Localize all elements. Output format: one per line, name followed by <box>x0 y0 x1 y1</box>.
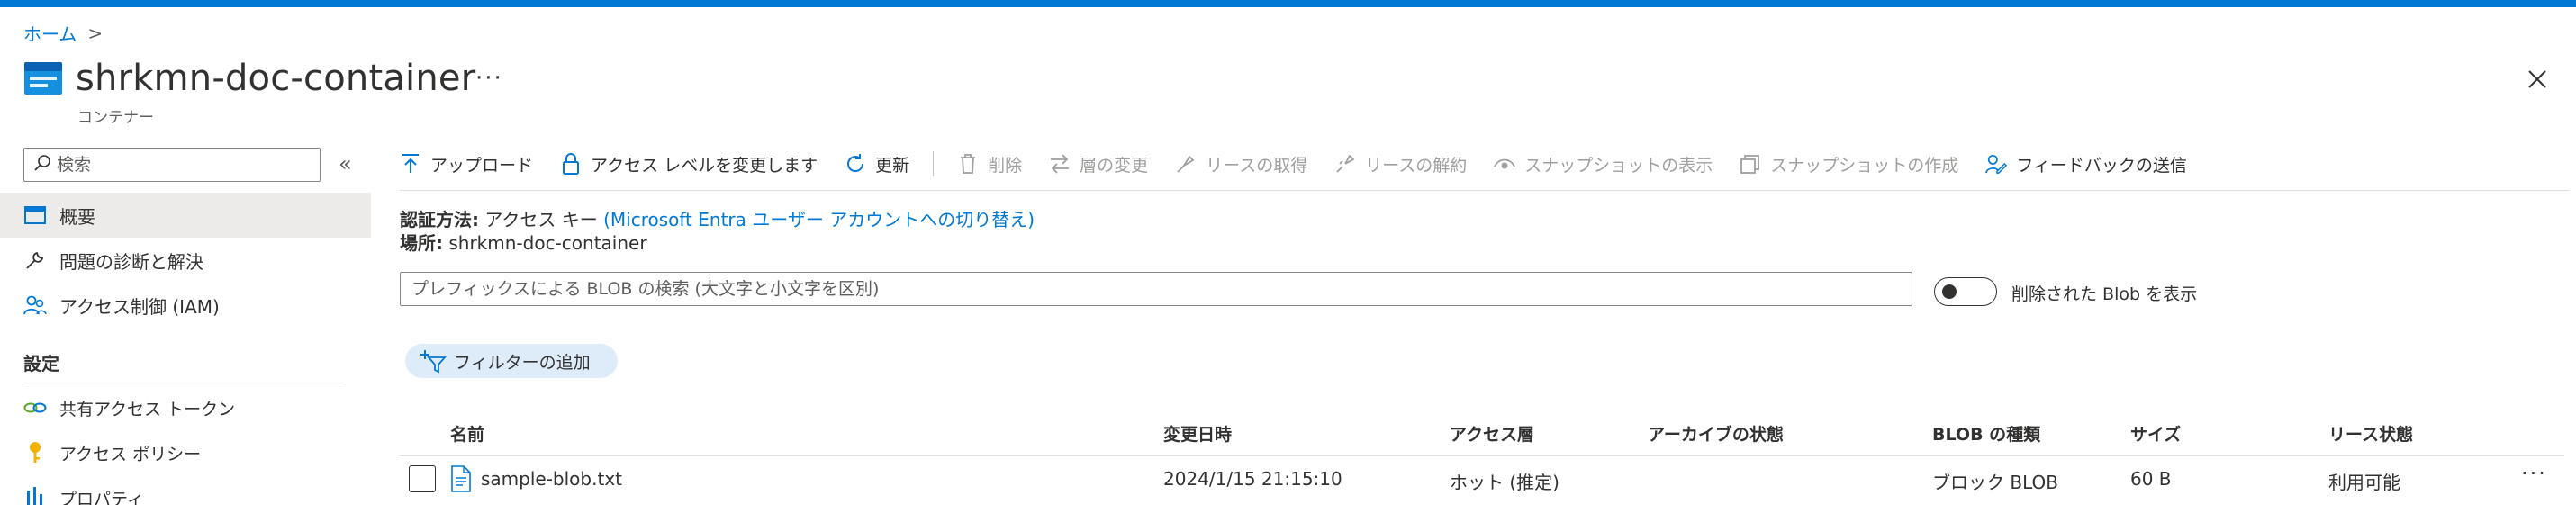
change-tier-button[interactable]: 層の変更 <box>1049 152 1148 176</box>
sidebar-item-diagnose[interactable]: 問題の診断と解決 <box>0 238 371 283</box>
sidebar-item-label: 共有アクセス トークン <box>59 399 236 419</box>
cell-access-tier: ホット (推定) <box>1450 472 1559 493</box>
sidebar-section-settings: 設定 <box>23 353 59 374</box>
delete-button[interactable]: 削除 <box>957 152 1022 176</box>
broken-lease-icon <box>1334 153 1356 175</box>
location-value: shrkmn-doc-container <box>448 232 647 254</box>
refresh-button[interactable]: 更新 <box>845 152 909 176</box>
refresh-label: 更新 <box>875 155 910 176</box>
top-accent-bar <box>0 0 2576 7</box>
overview-icon <box>23 203 47 227</box>
sidebar-item-label: アクセス制御 (IAM) <box>59 295 220 318</box>
lease-icon <box>1175 153 1197 175</box>
blob-name-link[interactable]: sample-blob.txt <box>481 468 622 490</box>
page-header: shrkmn-doc-container <box>23 58 475 99</box>
column-header-name[interactable]: 名前 <box>450 421 484 446</box>
toolbar-separator <box>933 151 935 176</box>
column-header-lease-state[interactable]: リース状態 <box>2328 421 2413 446</box>
sidebar-item-label: 概要 <box>59 205 95 228</box>
create-snapshot-label: スナップショットの作成 <box>1770 155 1959 176</box>
upload-icon <box>400 153 421 175</box>
auth-method-value: アクセス キー <box>484 209 598 230</box>
search-icon <box>33 154 51 176</box>
sidebar-collapse-button[interactable]: « <box>339 151 352 176</box>
upload-label: アップロード <box>430 155 534 176</box>
feedback-icon <box>1985 153 2008 175</box>
snapshot-icon <box>1740 153 1761 175</box>
breadcrumb-separator: > <box>87 22 104 44</box>
break-lease-button[interactable]: リースの解約 <box>1334 152 1467 176</box>
cell-lease-state: 利用可能 <box>2328 472 2400 493</box>
change-access-level-button[interactable]: アクセス レベルを変更します <box>560 152 818 176</box>
sidebar-item-iam[interactable]: アクセス制御 (IAM) <box>0 283 371 328</box>
toggle-knob <box>1942 284 1957 299</box>
change-tier-label: 層の変更 <box>1080 155 1149 176</box>
auth-method-label: 認証方法: <box>400 209 479 230</box>
acquire-lease-label: リースの取得 <box>1206 155 1308 176</box>
swap-arrows-icon <box>1049 153 1071 175</box>
column-header-archive-status[interactable]: アーカイブの状態 <box>1648 421 1784 446</box>
delete-label: 削除 <box>988 155 1023 176</box>
row-checkbox[interactable] <box>409 465 436 492</box>
close-icon[interactable] <box>2525 67 2550 92</box>
breadcrumb-home-link[interactable]: ホーム <box>23 20 77 46</box>
location-label: 場所: <box>400 232 443 254</box>
column-header-modified[interactable]: 変更日時 <box>1163 421 1232 446</box>
show-deleted-blobs-label: 削除された Blob を表示 <box>2011 284 2198 304</box>
header-more-button[interactable]: ··· <box>475 65 503 92</box>
add-filter-icon <box>420 348 447 374</box>
auth-method-line: 認証方法: アクセス キー (Microsoft Entra ユーザー アカウン… <box>400 205 1035 231</box>
refresh-icon <box>845 153 866 175</box>
link-icon <box>23 396 47 419</box>
send-feedback-button[interactable]: フィードバックの送信 <box>1985 152 2187 176</box>
blob-search-box <box>400 272 1912 306</box>
lock-icon <box>560 153 582 175</box>
acquire-lease-button[interactable]: リースの取得 <box>1175 152 1307 176</box>
table-row[interactable]: sample-blob.txt 2024/1/15 21:15:10 ホット (… <box>0 461 2576 497</box>
cell-modified: 2024/1/15 21:15:10 <box>1163 468 1342 490</box>
view-snapshots-label: スナップショットの表示 <box>1524 155 1713 176</box>
sidebar-search-input[interactable] <box>57 155 309 175</box>
toolbar-divider <box>400 190 2570 191</box>
page-title: shrkmn-doc-container <box>76 58 476 99</box>
sidebar-item-overview[interactable]: 概要 <box>0 193 371 238</box>
table-header-divider <box>400 455 2564 456</box>
text-file-icon <box>450 465 472 492</box>
sidebar-search <box>23 148 321 182</box>
change-access-level-label: アクセス レベルを変更します <box>591 155 818 176</box>
upload-button[interactable]: アップロード <box>400 152 533 176</box>
location-line: 場所: shrkmn-doc-container <box>400 229 647 255</box>
break-lease-label: リースの解約 <box>1365 155 1468 176</box>
send-feedback-label: フィードバックの送信 <box>2016 155 2187 176</box>
blob-prefix-search-input[interactable] <box>411 273 1912 305</box>
cell-blob-type: ブロック BLOB <box>1932 472 2058 493</box>
column-header-access-tier[interactable]: アクセス層 <box>1450 421 1534 446</box>
add-filter-button[interactable]: フィルターの追加 <box>405 344 618 378</box>
add-filter-label: フィルターの追加 <box>454 352 591 373</box>
create-snapshot-button[interactable]: スナップショットの作成 <box>1740 152 1958 176</box>
page-subtitle: コンテナー <box>77 109 154 127</box>
row-more-button[interactable]: ··· <box>2521 461 2547 486</box>
container-icon <box>23 61 63 95</box>
cell-size: 60 B <box>2130 468 2172 490</box>
view-snapshots-button[interactable]: スナップショットの表示 <box>1494 152 1713 176</box>
show-deleted-blobs-toggle[interactable] <box>1934 277 1997 306</box>
column-header-blob-type[interactable]: BLOB の種類 <box>1932 421 2040 446</box>
trash-icon <box>957 153 979 175</box>
switch-to-entra-link[interactable]: (Microsoft Entra ユーザー アカウントへの切り替え) <box>603 209 1035 230</box>
breadcrumb: ホーム > <box>23 20 103 46</box>
command-toolbar: アップロード アクセス レベルを変更します 更新 削除 層の変更 リースの取得 <box>400 146 2214 182</box>
blob-table-header: 名前 変更日時 アクセス層 アーカイブの状態 BLOB の種類 サイズ リース状… <box>0 418 2576 448</box>
eye-icon <box>1494 153 1516 175</box>
users-icon <box>23 293 47 317</box>
column-header-size[interactable]: サイズ <box>2130 421 2181 446</box>
wrench-icon <box>23 248 47 272</box>
sidebar-item-label: 問題の診断と解決 <box>59 250 203 273</box>
